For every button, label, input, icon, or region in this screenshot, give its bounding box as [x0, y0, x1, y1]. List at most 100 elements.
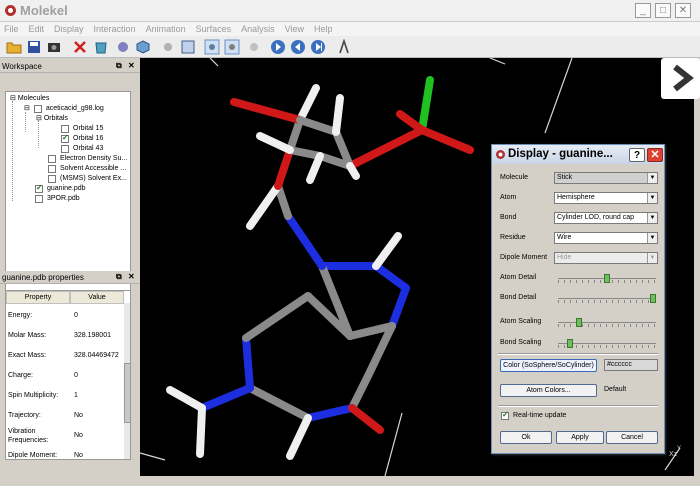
color-value-field[interactable]: #cccccc: [604, 359, 658, 371]
gear-icon[interactable]: [246, 39, 262, 55]
pick-icon[interactable]: [336, 38, 352, 55]
atom-scaling-slider[interactable]: [558, 318, 656, 327]
molecule-select[interactable]: Stick ▼: [554, 172, 658, 184]
status-strip: [0, 476, 700, 486]
tree-item-orbital-16[interactable]: Orbital 16: [61, 133, 103, 144]
rewind-icon[interactable]: [290, 39, 306, 55]
tree-item-guanine[interactable]: guanine.pdb: [35, 183, 86, 194]
next-arrow-button[interactable]: [661, 58, 700, 99]
float-icon[interactable]: ⧉: [116, 61, 122, 71]
tree-item-orbitals[interactable]: ⊟ Orbitals: [36, 114, 68, 124]
tree-item-electron-density[interactable]: Electron Density Su...: [48, 154, 127, 164]
slider-thumb[interactable]: [604, 274, 610, 283]
menu-help[interactable]: Help: [314, 22, 333, 36]
play-icon[interactable]: [270, 39, 286, 55]
grid-icon[interactable]: [180, 39, 196, 55]
save-icon[interactable]: [26, 39, 42, 55]
dipole-label: Dipole Moment: [500, 254, 548, 261]
menu-analysis[interactable]: Analysis: [241, 22, 275, 36]
delete-icon[interactable]: [72, 39, 88, 55]
slider-thumb[interactable]: [567, 339, 573, 348]
atom-detail-label: Atom Detail: [500, 274, 537, 281]
atom-colors-value: Default: [604, 386, 627, 393]
column-header-property[interactable]: Property: [6, 291, 70, 304]
cancel-button[interactable]: Cancel: [606, 431, 658, 444]
tree-item-molecules[interactable]: ⊟ Molecules: [10, 94, 49, 104]
minimize-button[interactable]: _: [635, 3, 651, 18]
tree-item-aceticacid[interactable]: ⊟ aceticacid_g98.log: [24, 104, 104, 114]
dialog-title-bar[interactable]: Display - guanine... ? ✕: [492, 145, 664, 164]
select-icon[interactable]: [204, 39, 220, 55]
bond-detail-slider[interactable]: [558, 294, 656, 303]
display-dialog: Display - guanine... ? ✕ Molecule Stick ▼…: [491, 144, 665, 454]
realtime-checkbox[interactable]: [501, 410, 509, 420]
bond-label: Bond: [500, 214, 517, 221]
properties-title: guanine.pdb properties: [2, 273, 84, 282]
slider-thumb[interactable]: [576, 318, 582, 327]
title-bar: Molekel _ □ ✕: [0, 0, 700, 22]
residue-label: Residue: [500, 234, 526, 241]
recycle-icon[interactable]: [93, 39, 109, 55]
scrollbar-thumb[interactable]: [124, 363, 130, 423]
menu-edit[interactable]: Edit: [29, 22, 45, 36]
menu-display[interactable]: Display: [54, 22, 84, 36]
bond-select[interactable]: Cylinder LOD, round cap ▼: [554, 212, 658, 224]
atom-select[interactable]: Hemisphere ▼: [554, 192, 658, 204]
molecule-icon[interactable]: [115, 39, 131, 55]
axes-indicator: Xz Y: [669, 446, 682, 458]
help-button[interactable]: ?: [629, 148, 645, 162]
app-window: Molekel _ □ ✕ File Edit Display Interaction…: [0, 0, 700, 486]
atom-icon[interactable]: [224, 39, 240, 55]
workspace-tree[interactable]: ⊟ Molecules ⊟ aceticacid_g98.log ⊟ Orbit…: [5, 91, 131, 319]
color-button[interactable]: Color (SoSphere/SoCylinder): [500, 359, 597, 372]
tree-item-solvent-accessible[interactable]: Solvent Accessible ...: [48, 164, 126, 174]
dialog-close-button[interactable]: ✕: [647, 148, 663, 162]
apply-button[interactable]: Apply: [556, 431, 604, 444]
residue-select[interactable]: Wire ▼: [554, 232, 658, 244]
menu-animation[interactable]: Animation: [146, 22, 186, 36]
dipole-select[interactable]: Hide ▼: [554, 252, 658, 264]
maximize-button[interactable]: □: [655, 3, 671, 18]
dialog-title: Display - guanine...: [508, 148, 613, 160]
camera-icon[interactable]: [46, 39, 62, 55]
menu-bar: File Edit Display Interaction Animation Surfa…: [0, 22, 700, 36]
bond-detail-label: Bond Detail: [500, 294, 537, 301]
close-icon[interactable]: ✕: [128, 272, 135, 281]
close-button[interactable]: ✕: [675, 3, 691, 18]
realtime-label: Real-time update: [513, 412, 567, 419]
window-title: Molekel: [20, 3, 68, 18]
column-header-value[interactable]: Value: [70, 291, 124, 304]
menu-interaction[interactable]: Interaction: [94, 22, 136, 36]
divider: [498, 405, 658, 407]
tree-item-msms[interactable]: (MSMS) Solvent Ex...: [48, 174, 127, 184]
close-icon[interactable]: ✕: [128, 61, 135, 70]
app-logo-icon: [496, 150, 505, 159]
slider-thumb[interactable]: [650, 294, 656, 303]
bond-scaling-slider[interactable]: [558, 339, 656, 348]
float-icon[interactable]: ⧉: [116, 272, 122, 282]
menu-view[interactable]: View: [285, 22, 304, 36]
forward-icon[interactable]: [310, 39, 326, 55]
cube-icon[interactable]: [135, 39, 151, 55]
molecule-label: Molecule: [500, 174, 529, 181]
properties-table: Property Value Energy: 0 Molar Mass: 328.1…: [5, 290, 131, 460]
tree-item-3por[interactable]: 3POR.pdb: [35, 194, 80, 204]
open-folder-icon[interactable]: [6, 39, 22, 55]
divider: [498, 353, 658, 355]
properties-scrollbar[interactable]: [124, 303, 130, 459]
tree-item-orbital-43[interactable]: Orbital 43: [61, 144, 103, 154]
toolbar: [0, 36, 700, 58]
menu-surfaces[interactable]: Surfaces: [196, 22, 232, 36]
atom-scaling-label: Atom Scaling: [500, 318, 542, 325]
menu-file[interactable]: File: [4, 22, 19, 36]
atom-colors-button[interactable]: Atom Colors...: [500, 384, 597, 397]
ok-button[interactable]: Ok: [500, 431, 552, 444]
workspace-header: Workspace ⧉ ✕: [0, 60, 140, 73]
workspace-title: Workspace: [2, 62, 42, 71]
chevron-right-icon: [673, 64, 694, 92]
settings-icon[interactable]: [160, 39, 176, 55]
atom-detail-slider[interactable]: [558, 274, 656, 283]
atom-label: Atom: [500, 194, 517, 201]
app-logo-icon: [5, 5, 16, 16]
bond-scaling-label: Bond Scaling: [500, 339, 542, 346]
